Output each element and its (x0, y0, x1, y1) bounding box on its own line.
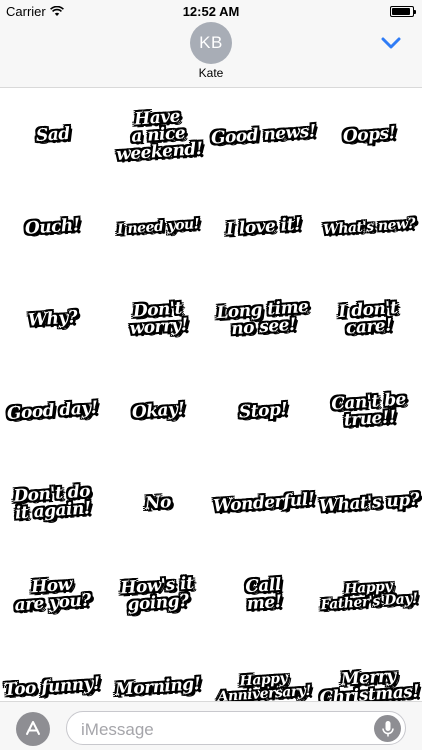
app-store-button[interactable] (16, 712, 50, 746)
sticker-item[interactable]: How's it going? (106, 549, 211, 641)
sticker-item[interactable]: Ouch! (0, 181, 105, 273)
sticker-text: Okay! (131, 398, 185, 423)
sticker-text: Why? (27, 306, 78, 331)
sticker-item[interactable]: I need you! (106, 181, 211, 273)
sticker-text: Good news! (210, 120, 317, 149)
sticker-item[interactable]: Stop! (211, 365, 316, 457)
sticker-item[interactable]: Wonderful! (211, 457, 316, 549)
sticker-text: Sad (34, 123, 70, 146)
sticker-item[interactable]: I love it! (211, 181, 316, 273)
sticker-text: Wonderful! (212, 488, 315, 517)
sticker-text: Don't do it again! (12, 481, 92, 524)
microphone-icon (381, 720, 394, 736)
app-store-icon (26, 721, 40, 735)
sticker-text: No (144, 491, 172, 514)
battery-icon (390, 6, 416, 17)
sticker-text: Have a nice weekend! (115, 105, 204, 165)
sticker-item[interactable]: Too funny! (0, 641, 105, 701)
sticker-text: I don't care! (338, 297, 399, 339)
sticker-item[interactable]: Good day! (0, 365, 105, 457)
sticker-text: Ouch! (24, 214, 81, 239)
sticker-text: I need you! (116, 216, 200, 238)
sticker-text: Happy Anniversary! (216, 670, 312, 701)
sticker-item[interactable]: Don't worry! (106, 273, 211, 365)
sticker-text: How are you? (14, 574, 92, 616)
sticker-item[interactable]: Happy Father's Day! (317, 549, 422, 641)
sticker-text: Don't worry! (128, 298, 189, 339)
sticker-item[interactable]: Can't be true!! (317, 365, 422, 457)
message-placeholder: iMessage (81, 720, 154, 739)
sticker-text: Good day! (6, 397, 99, 424)
avatar-initials: KB (199, 33, 223, 52)
sticker-text: I love it! (225, 213, 302, 240)
avatar[interactable]: KB (190, 22, 232, 64)
sticker-item[interactable]: Merry Christmas! (317, 641, 422, 701)
sticker-item[interactable]: I don't care! (317, 273, 422, 365)
sticker-text: What's new? (322, 215, 416, 239)
sticker-text: Stop! (238, 398, 289, 423)
sticker-item[interactable]: Call me! (211, 549, 316, 641)
sticker-text: Merry Christmas! (319, 666, 421, 701)
sticker-item[interactable]: Have a nice weekend! (106, 89, 211, 181)
sticker-item[interactable]: No (106, 457, 211, 549)
sticker-item[interactable]: Sad (0, 89, 105, 181)
status-time: 12:52 AM (182, 4, 240, 19)
microphone-button[interactable] (374, 715, 401, 742)
sticker-text: How's it going? (120, 573, 195, 616)
sticker-text: Can't be true!! (330, 389, 407, 431)
sticker-item[interactable]: How are you? (0, 549, 105, 641)
sticker-text: What's up? (318, 489, 420, 516)
sticker-item[interactable]: Don't do it again! (0, 457, 105, 549)
chevron-down-icon[interactable] (380, 35, 402, 51)
sticker-item[interactable]: What's new? (317, 181, 422, 273)
sticker-item[interactable]: Okay! (106, 365, 211, 457)
sticker-item[interactable]: Happy Anniversary! (211, 641, 316, 701)
status-bar: Carrier 12:52 AM (0, 0, 422, 22)
sticker-item[interactable]: Good news! (210, 89, 317, 181)
message-input-bar: iMessage (0, 701, 422, 750)
sticker-text: Morning! (114, 673, 202, 700)
sticker-text: Too funny! (3, 673, 102, 700)
contact-name[interactable]: Kate (0, 66, 422, 80)
sticker-item[interactable]: Long time no see! (211, 273, 316, 365)
sticker-text: Long time no see! (216, 296, 310, 340)
sticker-item[interactable]: What's up? (317, 457, 422, 549)
sticker-text: Happy Father's Day! (320, 578, 419, 614)
sticker-item[interactable]: Oops! (317, 89, 422, 181)
sticker-item[interactable]: Why? (0, 273, 105, 365)
sticker-text: Oops! (342, 122, 396, 147)
sticker-item[interactable]: Morning! (106, 641, 211, 701)
sticker-grid: Sad Have a nice weekend! Good news! Oops! Ou… (0, 89, 422, 701)
message-input[interactable]: iMessage (66, 711, 406, 745)
sticker-text: Call me! (244, 574, 283, 615)
